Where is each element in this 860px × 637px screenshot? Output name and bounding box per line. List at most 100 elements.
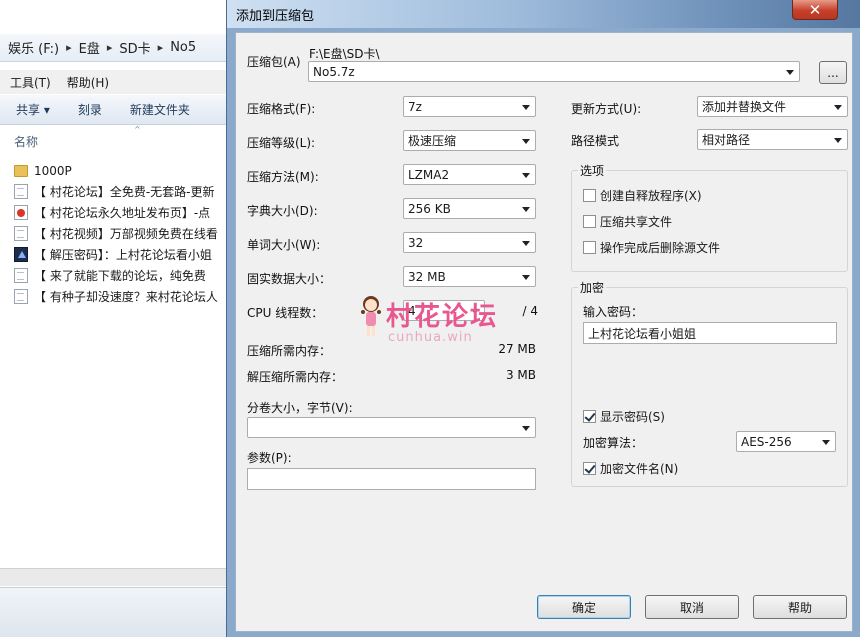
method-select[interactable]: LZMA2 (403, 164, 536, 185)
list-item[interactable]: 1000P (0, 160, 230, 181)
command-bar: 共享 ▾ 刻录 新建文件夹 (0, 95, 230, 125)
dict-label: 字典大小(D): (247, 204, 318, 218)
word-value: 32 (408, 235, 424, 250)
list-item[interactable]: 【 来了就能下载的论坛，纯免费 (0, 265, 230, 286)
details-pane (0, 587, 230, 637)
update-select[interactable]: 添加并替换文件 (697, 96, 848, 117)
folder-icon (14, 164, 28, 177)
browse-button[interactable]: ... (819, 61, 847, 84)
options-title: 选项 (578, 162, 607, 179)
update-value: 添加并替换文件 (702, 100, 787, 114)
ok-button[interactable]: 确定 (537, 595, 631, 619)
password-label: 输入密码： (583, 305, 644, 319)
method-value: LZMA2 (408, 167, 450, 182)
format-label: 压缩格式(F): (247, 102, 316, 116)
new-folder-button[interactable]: 新建文件夹 (130, 101, 190, 118)
cpu-label: CPU 线程数： (247, 306, 324, 320)
chevron-down-icon (522, 139, 530, 144)
level-label: 压缩等级(L): (247, 136, 316, 150)
format-value: 7z (408, 99, 422, 114)
archive-name-combo[interactable]: No5.7z (308, 61, 800, 82)
breadcrumb-arrow-icon[interactable]: ▸ (107, 41, 113, 54)
menu-help[interactable]: 帮助(H) (67, 74, 109, 91)
path-mode-label: 路径模式 (571, 134, 620, 148)
help-button[interactable]: 帮助 (753, 595, 847, 619)
level-select[interactable]: 极速压缩 (403, 130, 536, 151)
split-label: 分卷大小，字节(V): (247, 401, 353, 415)
title-bar[interactable]: 添加到压缩包 ✕ (227, 0, 860, 28)
update-label: 更新方式(U): (571, 102, 642, 116)
checkbox-icon (583, 215, 596, 228)
show-password-label: 显示密码(S) (600, 410, 665, 424)
chevron-down-icon (834, 105, 842, 110)
list-item[interactable]: 【 有种子却没速度？来村花论坛人 (0, 286, 230, 307)
breadcrumb-item[interactable]: 娱乐 (F:) (8, 38, 59, 57)
dialog-body: 压缩包(A) F:\E盘\SD卡\ No5.7z ... 压缩格式(F): 7z… (235, 32, 853, 632)
word-label: 单词大小(W): (247, 238, 321, 252)
params-input[interactable] (247, 468, 536, 490)
list-item[interactable]: 【 解压密码】：上村花论坛看小姐 (0, 244, 230, 265)
solid-select[interactable]: 32 MB (403, 266, 536, 287)
file-list: 1000P 【 村花论坛】全免费-无套路-更新 【 村花论坛永久地址发布页】-点… (0, 160, 230, 307)
show-password-checkbox[interactable]: 显示密码(S) (583, 408, 665, 425)
document-icon (14, 226, 28, 241)
format-select[interactable]: 7z (403, 96, 536, 117)
encrypt-method-label: 加密算法： (583, 436, 644, 450)
file-name: 【 村花视频】万部视频免费在线看 (34, 227, 218, 241)
sfx-checkbox[interactable]: 创建自释放程序(X) (583, 187, 702, 204)
address-bar[interactable]: 娱乐 (F:) ▸ E盘 ▸ SD卡 ▸ No5 (0, 34, 230, 62)
breadcrumb-arrow-icon[interactable]: ▸ (66, 41, 72, 54)
chevron-down-icon (522, 105, 530, 110)
breadcrumb-arrow-icon[interactable]: ▸ (158, 41, 164, 54)
list-item[interactable]: 【 村花论坛】全免费-无套路-更新 (0, 181, 230, 202)
level-value: 极速压缩 (408, 134, 457, 148)
chevron-down-icon (522, 207, 530, 212)
path-mode-select[interactable]: 相对路径 (697, 129, 848, 150)
cancel-button[interactable]: 取消 (645, 595, 739, 619)
horizontal-scrollbar[interactable] (0, 568, 230, 586)
column-header-label: 名称 (14, 134, 39, 149)
split-combo[interactable] (247, 417, 536, 438)
chevron-down-icon (822, 440, 830, 445)
path-mode-value: 相对路径 (702, 133, 751, 147)
delete-source-label: 操作完成后删除源文件 (600, 241, 721, 255)
column-header-name[interactable]: ^ 名称 (0, 125, 230, 156)
file-name: 【 有种子却没速度？来村花论坛人 (34, 290, 218, 304)
breadcrumb-item[interactable]: No5 (170, 40, 196, 55)
app-icon (14, 247, 28, 262)
encrypt-names-label: 加密文件名(N) (600, 462, 679, 476)
password-input[interactable]: 上村花论坛看小姐姐 (583, 322, 837, 344)
sfx-label: 创建自释放程序(X) (600, 189, 702, 203)
shared-files-checkbox[interactable]: 压缩共享文件 (583, 213, 672, 230)
delete-source-checkbox[interactable]: 操作完成后删除源文件 (583, 239, 720, 256)
mem-compress-label: 压缩所需内存： (247, 344, 332, 358)
girl-mascot-icon (361, 296, 381, 336)
dict-select[interactable]: 256 KB (403, 198, 536, 219)
mem-decompress-value: 3 MB (505, 368, 536, 382)
breadcrumb-item[interactable]: E盘 (79, 38, 100, 57)
solid-label: 固实数据大小： (247, 272, 332, 286)
options-group: 选项 创建自释放程序(X) 压缩共享文件 操作完成后删除源文件 (571, 162, 848, 272)
menu-tools[interactable]: 工具(T) (10, 74, 51, 91)
word-select[interactable]: 32 (403, 232, 536, 253)
encryption-title: 加密 (578, 279, 607, 296)
chevron-down-icon (522, 426, 530, 431)
chevron-down-icon (522, 241, 530, 246)
list-item[interactable]: 【 村花论坛永久地址发布页】-点 (0, 202, 230, 223)
encryption-group: 加密 输入密码： 上村花论坛看小姐姐 显示密码(S) 加密算法： AES-256… (571, 279, 848, 487)
list-item[interactable]: 【 村花视频】万部视频免费在线看 (0, 223, 230, 244)
watermark-text: 村花论坛 (386, 302, 499, 332)
close-button[interactable]: ✕ (792, 0, 838, 20)
method-label: 压缩方法(M): (247, 170, 319, 184)
checkbox-checked-icon (583, 410, 596, 423)
file-name: 【 解压密码】：上村花论坛看小姐 (34, 248, 212, 262)
breadcrumb-item[interactable]: SD卡 (119, 38, 150, 57)
file-name: 【 村花论坛】全免费-无套路-更新 (34, 185, 215, 199)
archive-path: F:\E盘\SD卡\ (309, 47, 380, 61)
burn-button[interactable]: 刻录 (78, 101, 102, 118)
share-button[interactable]: 共享 ▾ (16, 101, 50, 118)
add-to-archive-dialog: 添加到压缩包 ✕ 压缩包(A) F:\E盘\SD卡\ No5.7z ... 压缩… (226, 0, 860, 637)
encrypt-method-select[interactable]: AES-256 (736, 431, 836, 452)
shared-files-label: 压缩共享文件 (600, 215, 673, 229)
encrypt-names-checkbox[interactable]: 加密文件名(N) (583, 460, 678, 477)
